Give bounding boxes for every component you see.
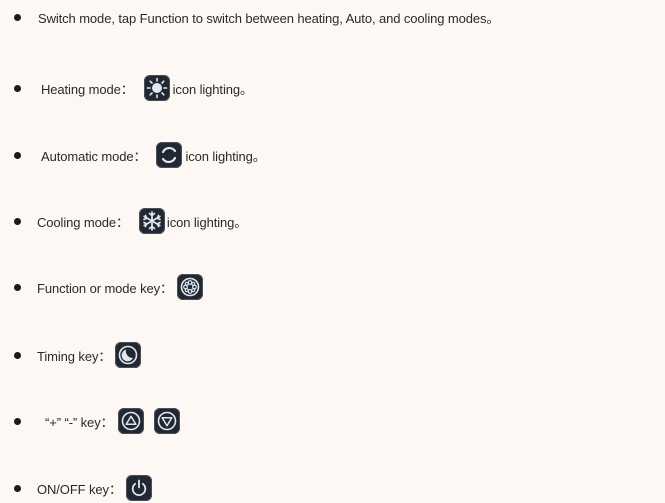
bullet <box>14 484 21 492</box>
bullet <box>14 417 21 425</box>
heating-icon-lighting-text: icon lighting。 <box>172 81 253 97</box>
bullet <box>14 217 21 225</box>
instruction-row-on-off-key: ON/OFF key： <box>0 475 665 501</box>
instruction-row-function-key: Function or mode key： <box>0 274 665 300</box>
cooling-mode-label: Cooling mode： <box>37 214 129 230</box>
plus-minus-key-label: “+” “-” key： <box>45 414 114 430</box>
bullet <box>14 151 21 159</box>
automatic-icon-lighting-text: icon lighting。 <box>185 148 266 164</box>
timing-key <box>115 342 142 368</box>
minus-key <box>153 408 180 434</box>
instruction-row-switch-mode: Switch mode, tap Function to switch betw… <box>0 8 665 27</box>
heating-indicator <box>143 75 170 101</box>
sun-icon <box>146 77 167 99</box>
switch-mode-text: Switch mode, tap Function to switch betw… <box>38 11 500 26</box>
on-off-key <box>125 475 152 501</box>
auto-cycle-icon <box>162 146 177 164</box>
down-triangle-icon <box>157 411 176 431</box>
automatic-indicator <box>156 142 183 168</box>
timer-key-icon <box>118 345 138 365</box>
bullet <box>14 14 21 21</box>
heating-mode-label: Heating mode： <box>41 81 134 97</box>
instruction-row-timing-key: Timing key： <box>0 342 665 368</box>
timing-key-label: Timing key： <box>37 348 112 364</box>
bullet <box>14 351 21 359</box>
bullet <box>14 84 21 92</box>
up-triangle-icon <box>121 411 140 431</box>
function-key <box>176 274 203 300</box>
bullet <box>14 283 21 291</box>
instruction-row-automatic: Automatic mode： icon lighting。 <box>0 142 665 168</box>
function-key-label: Function or mode key： <box>37 280 173 296</box>
instruction-row-plus-minus-keys: “+” “-” key： <box>0 408 665 434</box>
cooling-icon-lighting-text: icon lighting。 <box>166 214 248 230</box>
power-icon <box>131 479 147 497</box>
automatic-mode-label: Automatic mode： <box>41 148 147 164</box>
instruction-row-cooling: Cooling mode： icon lighting。 <box>0 208 665 234</box>
snowflake-icon <box>143 211 161 231</box>
on-off-key-label: ON/OFF key： <box>37 481 122 497</box>
function-key-icon <box>180 277 200 297</box>
instruction-row-heating: Heating mode： icon lighting。 <box>0 75 665 101</box>
cooling-indicator <box>138 208 165 234</box>
plus-key <box>117 408 144 434</box>
